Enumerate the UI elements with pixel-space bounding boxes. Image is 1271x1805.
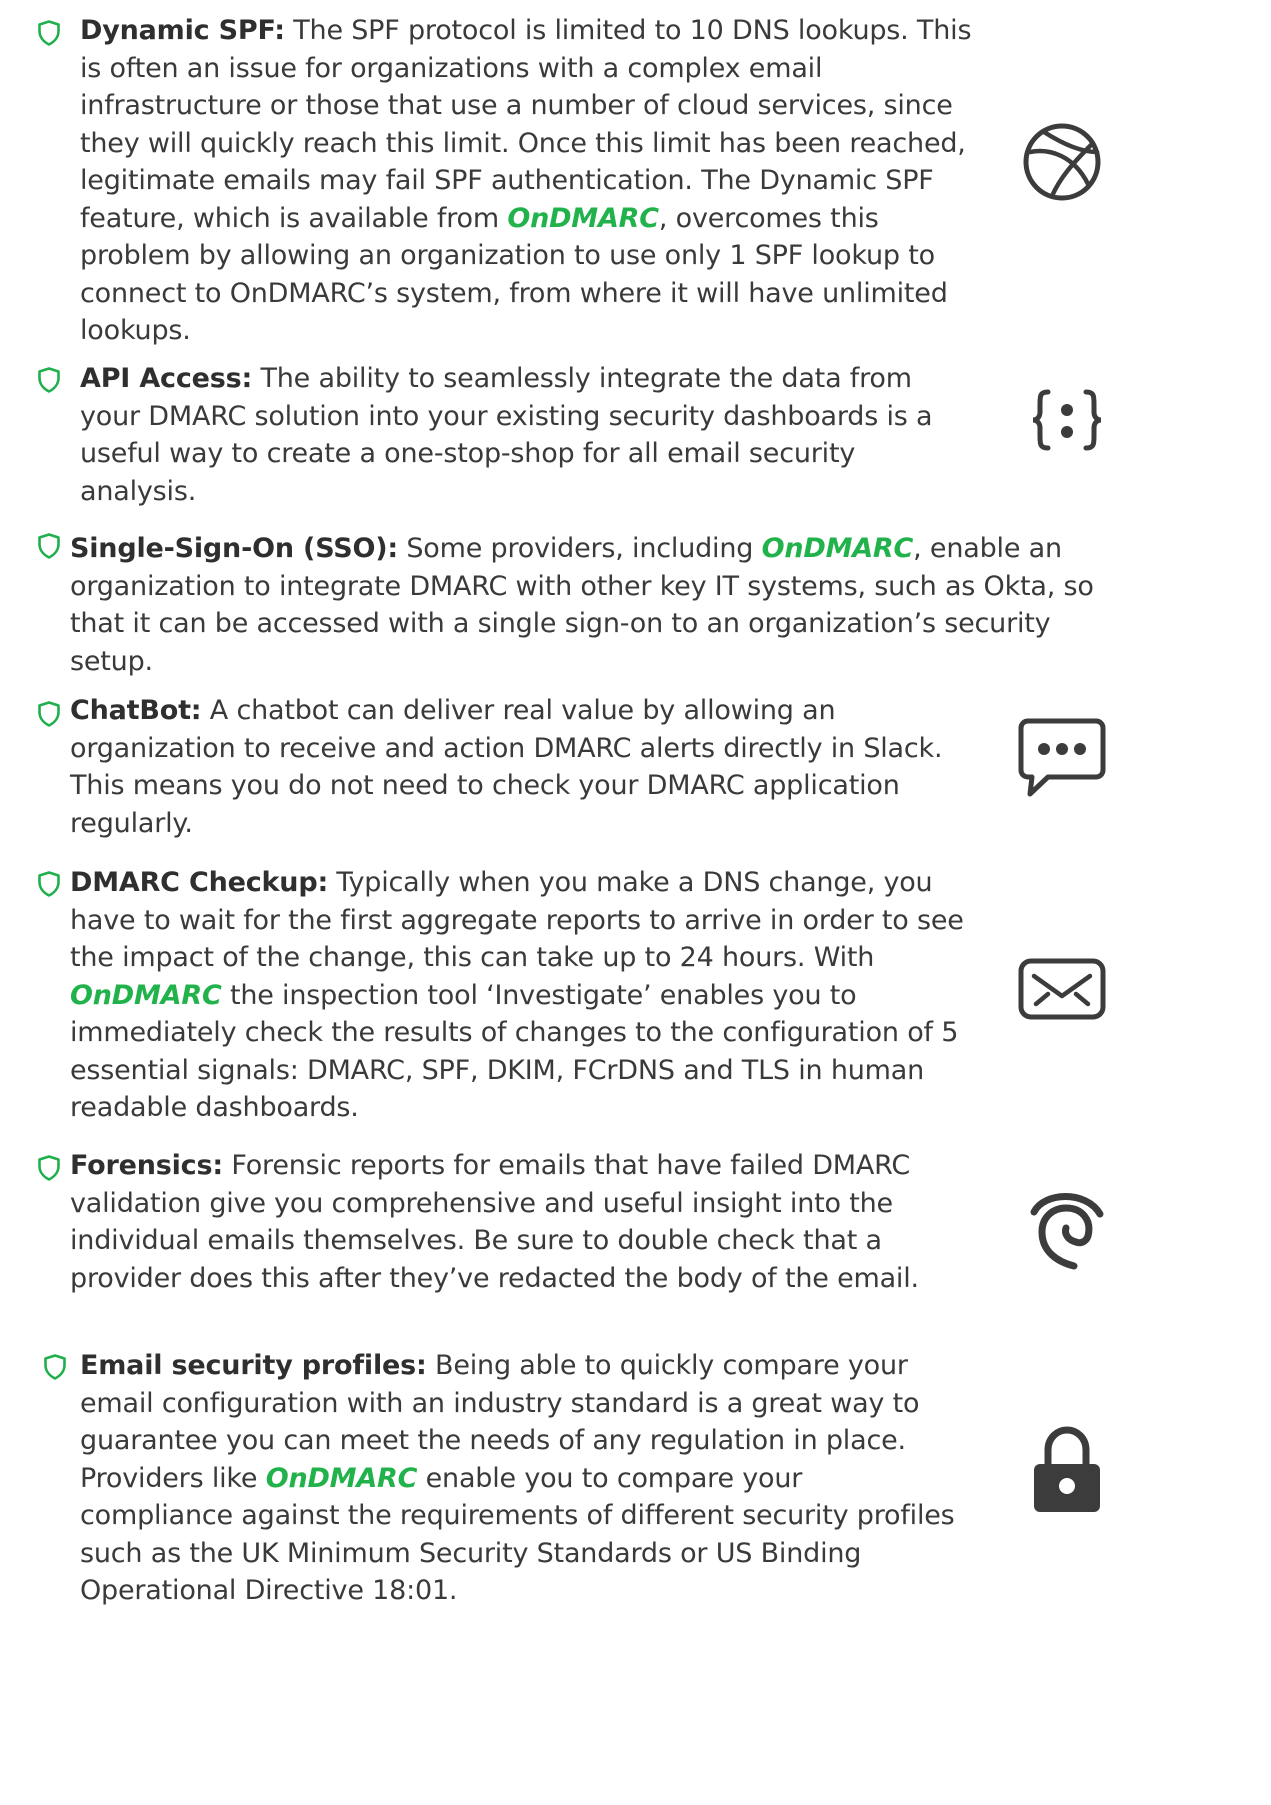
feature-text: ChatBot: A chatbot can deliver real valu… [70, 692, 965, 842]
brand-name: OnDMARC [507, 202, 659, 234]
shield-icon [44, 1354, 66, 1380]
feature-label: Email security profiles: [80, 1350, 427, 1381]
feature-label: API Access: [80, 363, 253, 394]
chat-bubble-icon [1018, 718, 1106, 797]
feature-text: Forensics: Forensic reports for emails t… [70, 1147, 970, 1297]
api-braces-icon [1032, 389, 1102, 451]
shield-icon [38, 871, 60, 897]
shield-icon [38, 701, 60, 727]
feature-text: Single-Sign-On (SSO): Some providers, in… [70, 530, 1110, 680]
feature-text: Dynamic SPF: The SPF protocol is limited… [80, 12, 980, 350]
feature-label: DMARC Checkup: [70, 867, 329, 898]
feature-text: Email security profiles: Being able to q… [80, 1347, 960, 1610]
padlock-icon [1034, 1426, 1100, 1512]
shield-icon [38, 1155, 60, 1181]
feature-label: Dynamic SPF: [80, 15, 285, 46]
feature-label: ChatBot: [70, 695, 202, 726]
brand-name: OnDMARC [761, 533, 914, 564]
feature-body: Some providers, including [397, 533, 762, 564]
feature-text: DMARC Checkup: Typically when you make a… [70, 864, 970, 1127]
globe-icon [1023, 123, 1101, 201]
feature-text: API Access: The ability to seamlessly in… [80, 360, 960, 510]
envelope-icon [1018, 958, 1106, 1020]
shield-icon [38, 533, 60, 559]
brand-name: OnDMARC [70, 979, 222, 1011]
shield-icon [38, 367, 60, 393]
feature-label: Forensics: [70, 1150, 223, 1181]
shield-icon [38, 20, 60, 46]
fingerprint-icon [1030, 1193, 1104, 1270]
feature-body: The SPF protocol is limited to 10 DNS lo… [80, 15, 972, 234]
feature-body: A chatbot can deliver real value by allo… [70, 695, 943, 839]
feature-label: Single-Sign-On (SSO): [70, 533, 398, 564]
brand-name: OnDMARC [265, 1462, 418, 1494]
